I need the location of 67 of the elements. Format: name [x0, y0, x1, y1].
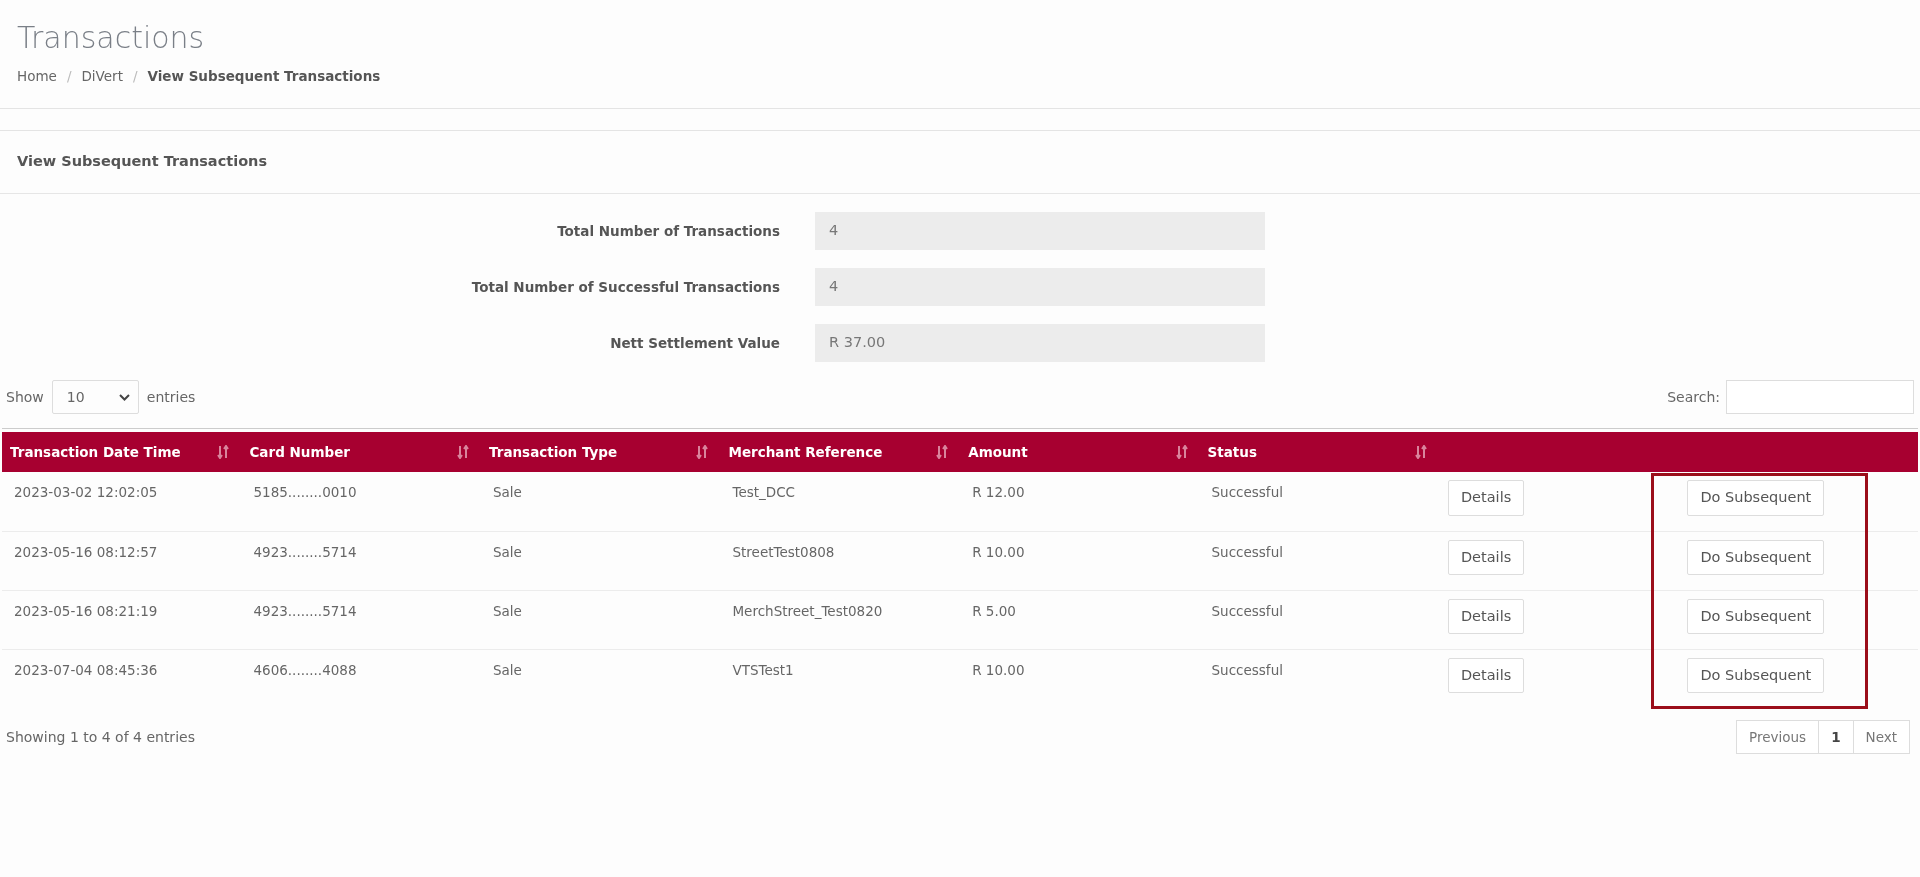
readonly-field: R 37.00: [815, 324, 1265, 362]
sort-icon[interactable]: [1175, 445, 1188, 459]
table-cell: Test_DCC: [732, 484, 796, 500]
sort-icon[interactable]: [217, 445, 230, 459]
field-label: Total Number of Successful Transactions: [470, 277, 781, 297]
pagination-button[interactable]: 1: [1818, 720, 1854, 755]
column-header[interactable]: Status: [1207, 443, 1257, 460]
column-header[interactable]: Card Number: [249, 443, 350, 460]
readonly-field: 4: [815, 268, 1265, 306]
details-button[interactable]: Details: [1447, 480, 1525, 516]
table-cell: 4923........5714: [253, 543, 357, 560]
breadcrumb-link[interactable]: DiVert: [81, 66, 123, 87]
page-size-select[interactable]: 10: [51, 380, 139, 414]
column-header[interactable]: Amount: [968, 443, 1028, 460]
table-cell: Sale: [493, 484, 522, 500]
table-cell: Successful: [1211, 602, 1283, 619]
panel-title: View Subsequent Transactions: [0, 131, 1920, 194]
table-cell: 2023-05-16 08:21:19: [14, 602, 158, 619]
details-button[interactable]: Details: [1447, 539, 1525, 576]
caret-icon: [118, 393, 130, 401]
table-cell: Successful: [1211, 661, 1283, 678]
details-button[interactable]: Details: [1447, 598, 1525, 635]
table-cell: 2023-05-16 08:12:57: [14, 543, 158, 560]
pagination-button[interactable]: Next: [1852, 720, 1910, 755]
do-subsequent-button[interactable]: Do Subsequent: [1687, 539, 1825, 576]
column-header[interactable]: Transaction Type: [489, 443, 618, 460]
show-label: Show: [6, 387, 44, 407]
table-cell: MerchStreet_Test0820: [732, 602, 883, 619]
sort-icon[interactable]: [936, 445, 949, 459]
field-label: Nett Settlement Value: [609, 333, 781, 353]
do-subsequent-button[interactable]: Do Subsequent: [1687, 480, 1825, 516]
table-cell: R 5.00: [972, 602, 1016, 619]
table-cell: R 10.00: [972, 543, 1025, 560]
do-subsequent-button[interactable]: Do Subsequent: [1687, 598, 1825, 635]
table-cell: StreetTest0808: [732, 543, 835, 560]
table-cell: Sale: [493, 602, 522, 619]
sort-icon[interactable]: [696, 445, 709, 459]
table-cell: Successful: [1211, 543, 1283, 560]
column-header[interactable]: Merchant Reference: [728, 443, 883, 460]
page-title: Transactions: [16, 19, 206, 56]
table-cell: 4606........4088: [253, 661, 357, 678]
table-cell: Sale: [493, 661, 522, 678]
table-cell: 2023-07-04 08:45:36: [14, 661, 158, 678]
field-label: Total Number of Transactions: [556, 221, 781, 241]
table-cell: 5185........0010: [253, 484, 357, 500]
table-cell: 2023-03-02 12:02:05: [14, 484, 158, 500]
sort-icon[interactable]: [1414, 445, 1427, 459]
sort-icon[interactable]: [457, 445, 469, 459]
breadcrumb-link[interactable]: Home: [17, 66, 57, 87]
table-cell: VTSTest1: [732, 661, 794, 678]
table-cell: 4923........5714: [253, 602, 357, 619]
pagination-button[interactable]: Previous: [1736, 720, 1820, 755]
breadcrumb-separator: /: [132, 67, 138, 86]
search-field[interactable]: [1726, 380, 1914, 414]
table-cell: R 12.00: [972, 484, 1025, 500]
breadcrumb-separator: /: [66, 67, 72, 86]
entries-label: entries: [146, 387, 196, 407]
table-cell: Successful: [1211, 484, 1283, 500]
breadcrumb-current: View Subsequent Transactions: [147, 67, 381, 86]
details-button[interactable]: Details: [1447, 657, 1525, 694]
table-cell: R 10.00: [972, 661, 1025, 678]
search-label: Search:: [1667, 387, 1720, 407]
table-info: Showing 1 to 4 of 4 entries: [6, 727, 195, 747]
readonly-field: 4: [815, 212, 1265, 250]
column-header[interactable]: Transaction Date Time: [10, 443, 181, 460]
table-cell: Sale: [493, 543, 522, 560]
do-subsequent-button[interactable]: Do Subsequent: [1687, 657, 1825, 694]
